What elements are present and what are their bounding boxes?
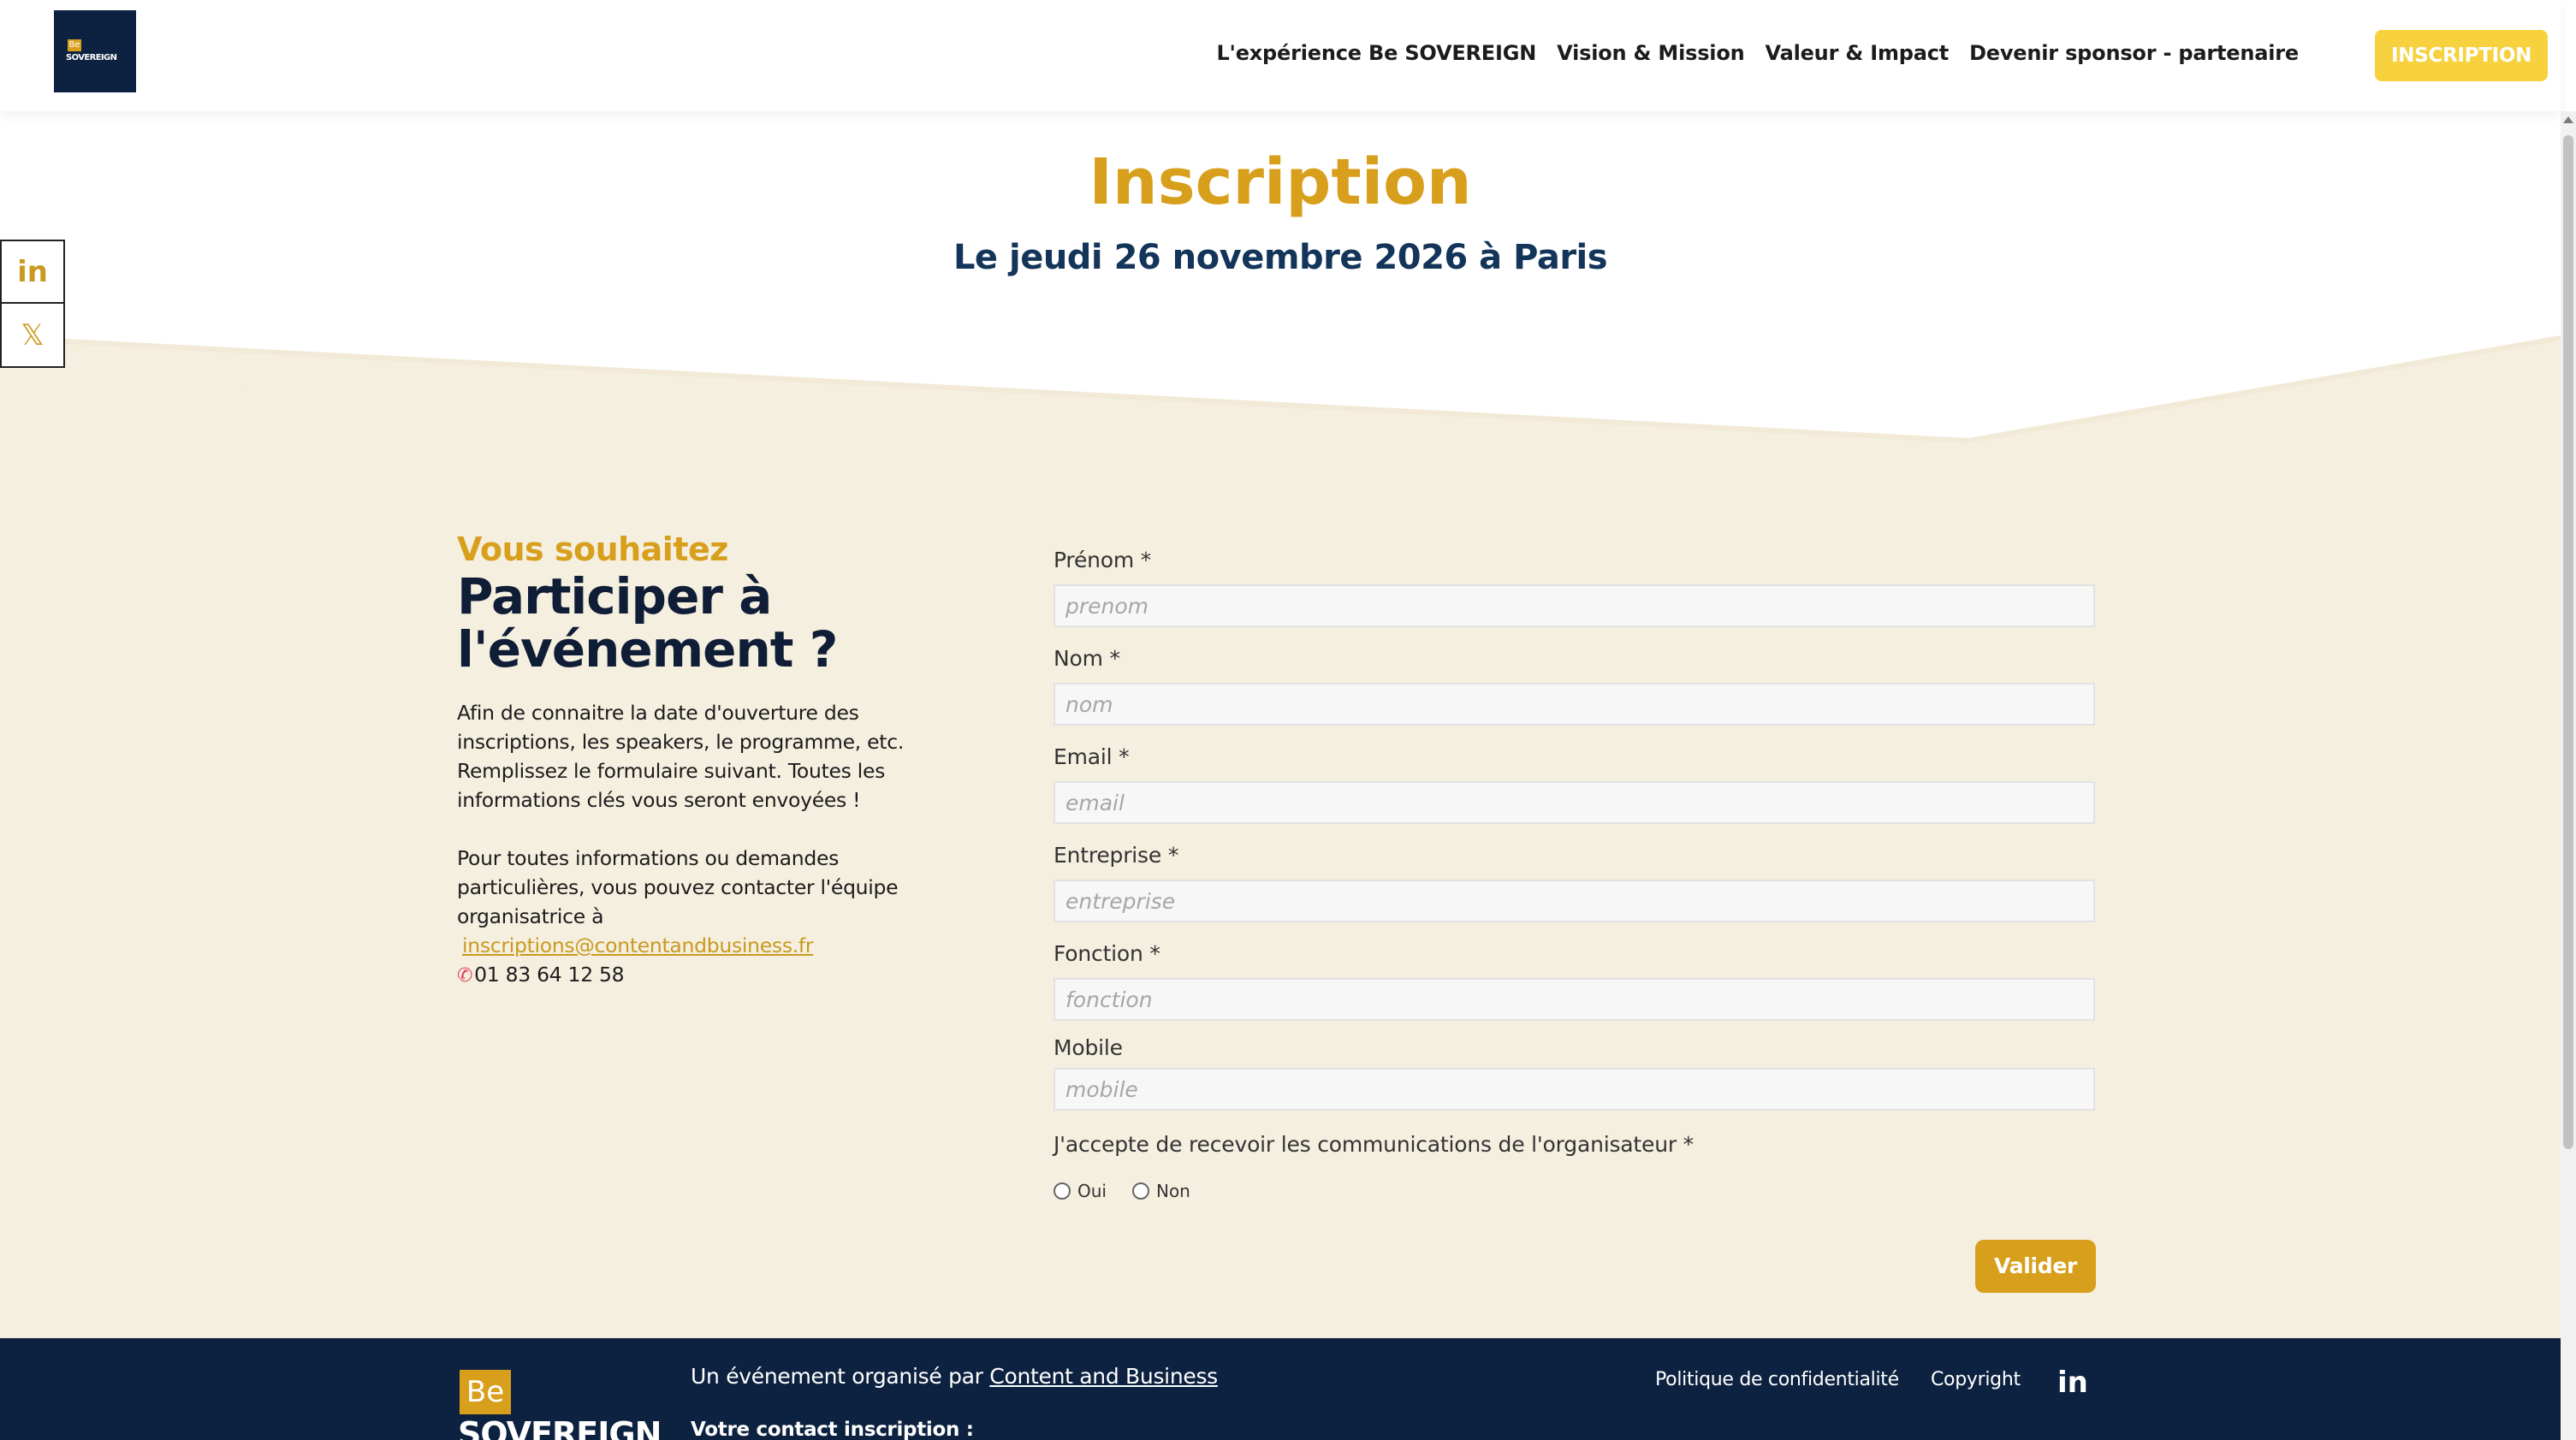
- main-nav: L'expérience Be SOVEREIGN Vision & Missi…: [1216, 41, 2299, 65]
- field-prenom: Prénom *: [1054, 548, 2095, 627]
- field-email: Email *: [1054, 744, 2095, 824]
- logo-be-mark: Be: [68, 39, 81, 51]
- email-label: Email *: [1054, 744, 1130, 769]
- entreprise-input[interactable]: [1054, 880, 2095, 922]
- event-date: Le jeudi 26 novembre 2026 à Paris: [953, 238, 1608, 277]
- consent-non[interactable]: Non: [1131, 1181, 1190, 1201]
- intro-pretitle: Vous souhaitez: [457, 530, 728, 568]
- radio-oui-label: Oui: [1077, 1181, 1107, 1201]
- email-input[interactable]: [1054, 781, 2095, 824]
- footer-logo-be: Be: [460, 1370, 511, 1414]
- radio-non[interactable]: [1131, 1182, 1149, 1200]
- nav-valeur-impact[interactable]: Valeur & Impact: [1766, 41, 1950, 65]
- copyright-link[interactable]: Copyright: [1931, 1369, 2021, 1390]
- phone-number: 01 83 64 12 58: [474, 963, 625, 987]
- field-nom: Nom *: [1054, 646, 2095, 726]
- nav-experience[interactable]: L'expérience Be SOVEREIGN: [1216, 41, 1536, 65]
- social-sidebar: in 𝕏: [0, 240, 65, 368]
- intro-title-line2: l'événement ?: [457, 620, 838, 679]
- nom-label: Nom *: [1054, 646, 1120, 671]
- linkedin-icon: in: [17, 254, 48, 289]
- scrollbar[interactable]: [2561, 111, 2576, 1440]
- field-fonction: Fonction *: [1054, 941, 2095, 1021]
- consent-label: J'accepte de recevoir les communications…: [1054, 1132, 1694, 1157]
- intro-column: Vous souhaitez Participer à l'événement …: [457, 530, 936, 991]
- nav-sponsor[interactable]: Devenir sponsor - partenaire: [1969, 41, 2299, 65]
- field-consent: J'accepte de recevoir les communications…: [1054, 1132, 2095, 1157]
- page-title: Inscription: [1089, 145, 1472, 219]
- inscription-cta-button[interactable]: INSCRIPTION: [2375, 30, 2548, 81]
- consent-options: Oui Non: [1054, 1181, 1190, 1201]
- footer-organizer: Un événement organisé par Content and Bu…: [691, 1364, 1218, 1389]
- organizer-link[interactable]: Content and Business: [989, 1364, 1218, 1389]
- fonction-input[interactable]: [1054, 978, 2095, 1021]
- radio-non-label: Non: [1155, 1181, 1190, 1201]
- logo-wordmark: SOVEREIGN: [66, 53, 117, 62]
- contact-phone: ✆01 83 64 12 58: [457, 960, 936, 991]
- x-icon: 𝕏: [21, 317, 45, 353]
- contact-paragraph: Pour toutes informations ou demandes par…: [457, 846, 899, 928]
- submit-button[interactable]: Valider: [1975, 1240, 2096, 1293]
- footer-linkedin-icon[interactable]: in: [2057, 1366, 2088, 1400]
- prenom-label: Prénom *: [1054, 548, 1152, 572]
- footer-contact-label: Votre contact inscription :: [691, 1419, 974, 1440]
- site-footer: [0, 1338, 2561, 1440]
- fonction-label: Fonction *: [1054, 941, 1160, 966]
- nom-input[interactable]: [1054, 683, 2095, 726]
- entreprise-label: Entreprise *: [1054, 843, 1179, 868]
- intro-title-line1: Participer à: [457, 567, 772, 625]
- consent-oui[interactable]: Oui: [1054, 1181, 1107, 1201]
- privacy-link[interactable]: Politique de confidentialité: [1655, 1369, 1899, 1390]
- site-logo[interactable]: Be SOVEREIGN: [54, 10, 136, 92]
- footer-logo-wordmark: SOVEREIGN: [458, 1415, 662, 1440]
- field-mobile: Mobile: [1054, 1035, 2095, 1111]
- site-header: Be SOVEREIGN L'expérience Be SOVEREIGN V…: [0, 0, 2561, 111]
- intro-title: Participer à l'événement ?: [457, 570, 936, 676]
- scroll-up-icon[interactable]: [2563, 116, 2573, 123]
- nav-vision-mission[interactable]: Vision & Mission: [1557, 41, 1745, 65]
- phone-icon: ✆: [457, 965, 473, 987]
- intro-paragraph: Afin de connaitre la date d'ouverture de…: [457, 701, 905, 812]
- contact-email-link[interactable]: inscriptions@contentandbusiness.fr: [462, 933, 814, 957]
- mobile-input[interactable]: [1054, 1068, 2095, 1111]
- scrollbar-thumb[interactable]: [2563, 135, 2573, 1149]
- radio-oui[interactable]: [1054, 1182, 1071, 1200]
- x-share-button[interactable]: 𝕏: [0, 304, 65, 368]
- field-entreprise: Entreprise *: [1054, 843, 2095, 922]
- linkedin-share-button[interactable]: in: [0, 240, 65, 304]
- mobile-label: Mobile: [1054, 1035, 1123, 1060]
- prenom-input[interactable]: [1054, 584, 2095, 627]
- wave-divider: [0, 335, 2561, 453]
